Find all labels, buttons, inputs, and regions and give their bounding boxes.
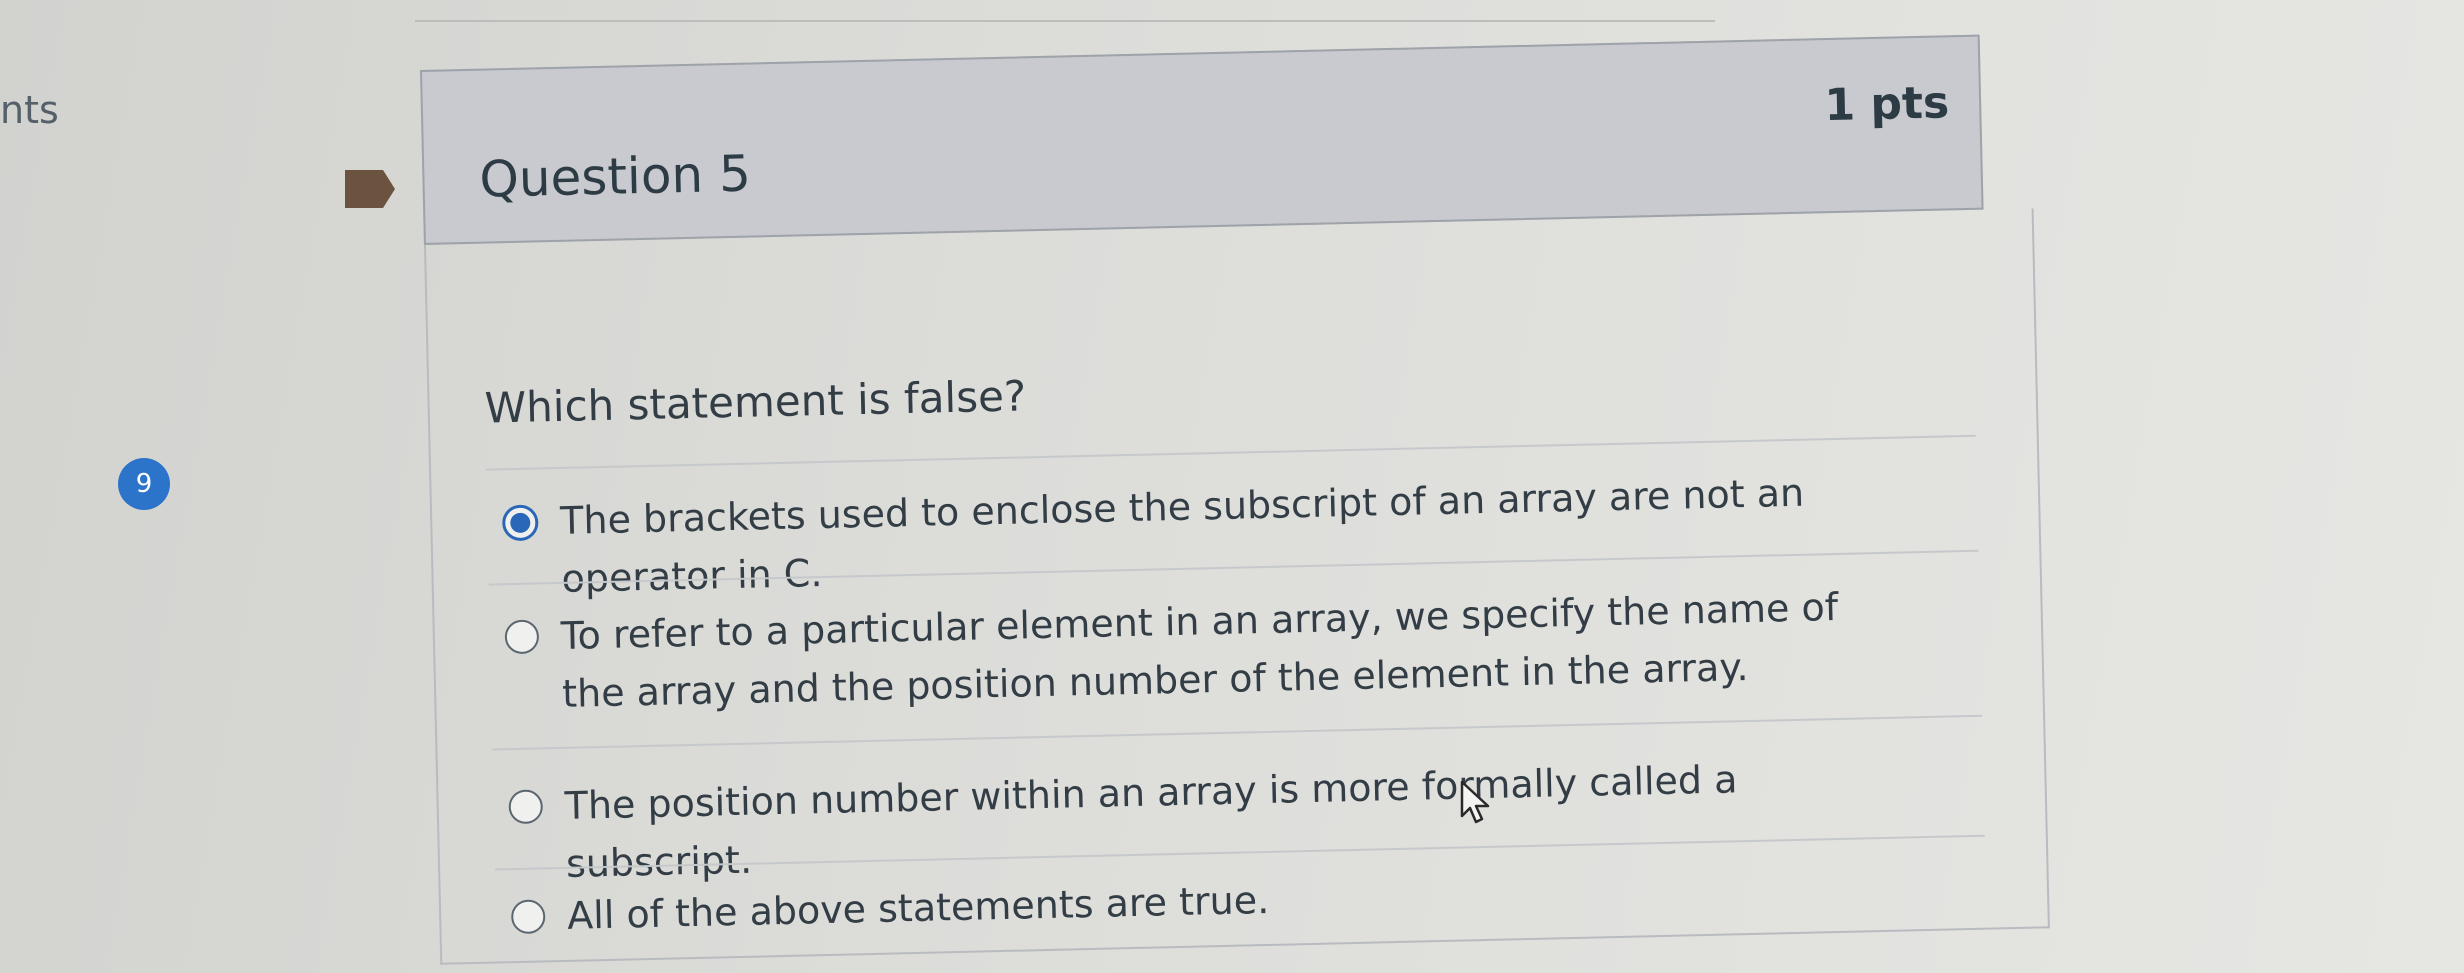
- question-number-badge[interactable]: 9: [118, 458, 170, 510]
- question-points: 1 pts: [1823, 77, 1950, 132]
- divider: [492, 714, 1983, 751]
- radio-unselected-icon[interactable]: [510, 899, 546, 935]
- radio-unselected-icon[interactable]: [504, 619, 540, 655]
- question-body: Which statement is false? The brackets u…: [423, 208, 2050, 965]
- partial-text-left: nts: [0, 88, 59, 132]
- question-card: Question 5 1 pts Which statement is fals…: [420, 33, 2080, 970]
- radio-unselected-icon[interactable]: [508, 789, 544, 825]
- radio-selected-icon[interactable]: [501, 504, 539, 542]
- bookmark-flag-icon[interactable]: [345, 170, 395, 208]
- question-header: Question 5 1 pts: [420, 34, 1984, 245]
- mouse-pointer-icon: [1460, 780, 1490, 824]
- question-title: Question 5: [478, 144, 752, 209]
- previous-question-border: [415, 0, 1715, 22]
- question-prompt: Which statement is false?: [484, 371, 1027, 433]
